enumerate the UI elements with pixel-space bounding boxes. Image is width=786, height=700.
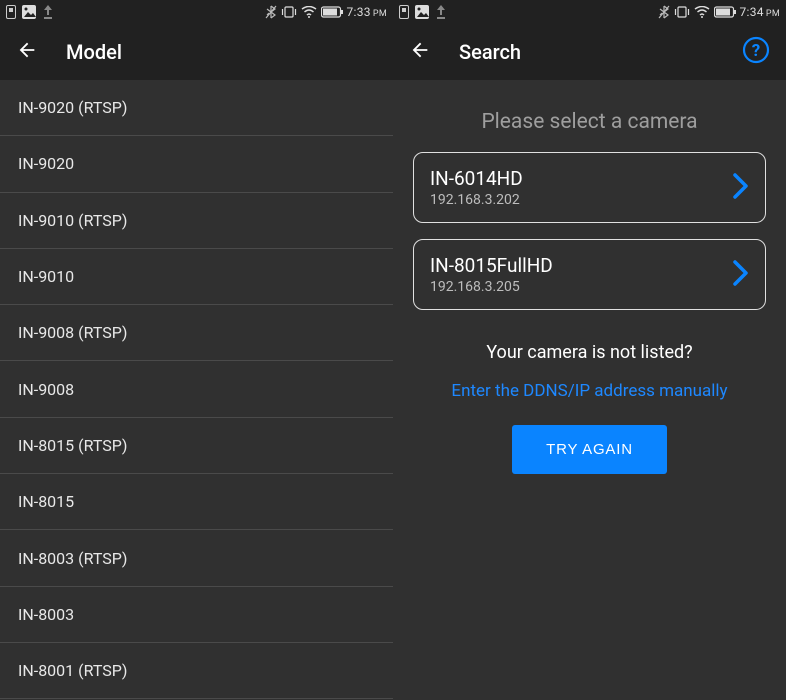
model-list[interactable]: IN-9020 (RTSP) IN-9020 IN-9010 (RTSP) IN… — [0, 80, 393, 700]
list-item[interactable]: IN-8003 — [0, 587, 393, 643]
list-item[interactable]: IN-8015 — [0, 474, 393, 530]
vibrate-icon — [674, 6, 690, 18]
svg-text:?: ? — [752, 41, 760, 61]
app-bar: Search ? — [393, 24, 786, 80]
screen-model: 7:33PM Model IN-9020 (RTSP) IN-9020 IN-9… — [0, 0, 393, 700]
vibrate-icon — [281, 6, 297, 18]
search-body: Please select a camera IN-6014HD 192.168… — [393, 80, 786, 700]
list-item[interactable]: IN-9008 (RTSP) — [0, 305, 393, 361]
battery-icon — [321, 6, 343, 18]
chevron-right-icon — [733, 173, 749, 203]
camera-ip: 192.168.3.205 — [430, 279, 553, 295]
image-icon — [22, 5, 36, 19]
list-item[interactable]: IN-9010 (RTSP) — [0, 193, 393, 249]
try-again-button[interactable]: TRY AGAIN — [512, 425, 667, 474]
manual-entry-link[interactable]: Enter the DDNS/IP address manually — [451, 381, 727, 401]
camera-name: IN-8015FullHD — [430, 254, 553, 277]
list-item[interactable]: IN-9008 — [0, 361, 393, 417]
sim-icon — [399, 5, 409, 19]
back-button[interactable] — [16, 39, 38, 65]
wifi-icon — [301, 6, 317, 18]
camera-name: IN-6014HD — [430, 167, 523, 190]
bluetooth-off-icon — [658, 5, 670, 19]
upload-icon — [435, 5, 447, 19]
camera-ip: 192.168.3.202 — [430, 192, 523, 208]
select-camera-prompt: Please select a camera — [481, 110, 697, 134]
back-button[interactable] — [409, 39, 431, 65]
wifi-icon — [694, 6, 710, 18]
camera-card[interactable]: IN-6014HD 192.168.3.202 — [413, 152, 766, 223]
list-item[interactable]: IN-9010 — [0, 249, 393, 305]
bluetooth-off-icon — [265, 5, 277, 19]
page-title: Model — [66, 40, 122, 64]
status-time: 7:34PM — [740, 5, 780, 19]
camera-card[interactable]: IN-8015FullHD 192.168.3.205 — [413, 239, 766, 310]
list-item[interactable]: IN-8015 (RTSP) — [0, 418, 393, 474]
status-bar: 7:34PM — [393, 0, 786, 24]
upload-icon — [42, 5, 54, 19]
page-title: Search — [459, 40, 521, 64]
image-icon — [415, 5, 429, 19]
help-button[interactable]: ? — [742, 36, 770, 68]
list-item[interactable]: IN-8001 (RTSP) — [0, 643, 393, 699]
chevron-right-icon — [733, 260, 749, 290]
list-item[interactable]: IN-8003 (RTSP) — [0, 530, 393, 586]
not-listed-text: Your camera is not listed? — [486, 342, 692, 363]
list-item[interactable]: IN-9020 (RTSP) — [0, 80, 393, 136]
sim-icon — [6, 5, 16, 19]
list-item[interactable]: IN-9020 — [0, 136, 393, 192]
status-time: 7:33PM — [347, 5, 387, 19]
battery-icon — [714, 6, 736, 18]
status-bar: 7:33PM — [0, 0, 393, 24]
screen-search: 7:34PM Search ? Please select a camera I… — [393, 0, 786, 700]
app-bar: Model — [0, 24, 393, 80]
